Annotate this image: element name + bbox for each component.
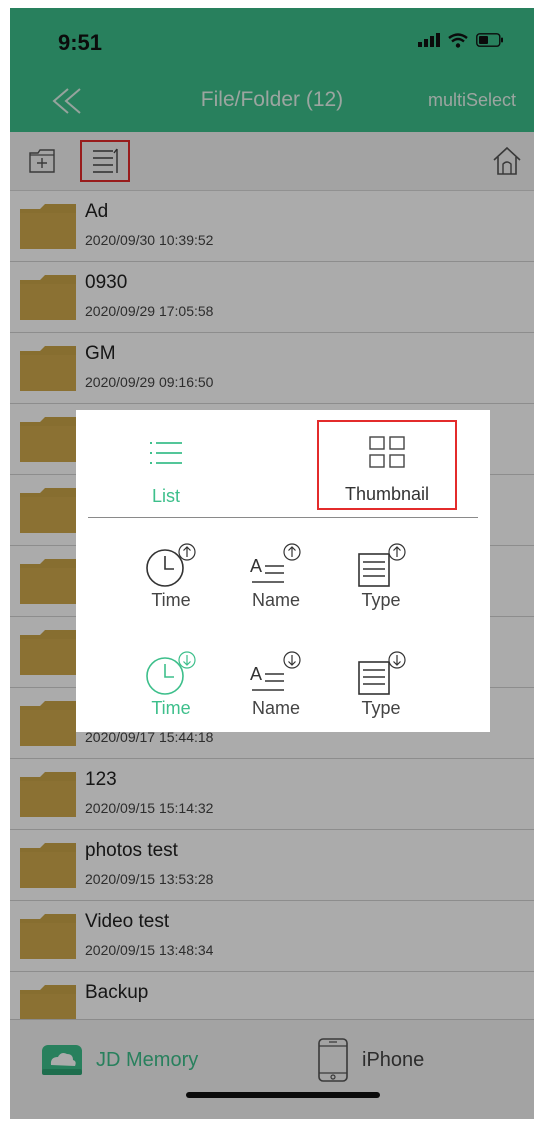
name-up-icon: A <box>250 543 301 583</box>
sort-time-desc-label: Time <box>151 698 191 718</box>
name-down-icon: A <box>250 651 301 691</box>
svg-text:A: A <box>250 664 262 684</box>
sort-type-desc[interactable]: Type <box>331 648 431 728</box>
view-thumbnail-label: Thumbnail <box>344 484 430 504</box>
view-sort-popup: List Thumbnail Time A Name Type Time A N… <box>76 410 490 732</box>
popup-divider <box>88 517 478 518</box>
type-up-icon <box>358 543 406 587</box>
svg-text:A: A <box>250 556 262 576</box>
list-view-icon <box>150 442 182 464</box>
app-screen: 9:51 File/Folder (12) multiSelect Ad 202… <box>10 8 534 1119</box>
thumbnail-view-icon <box>369 436 405 468</box>
view-list-option[interactable]: List <box>96 420 236 512</box>
sort-type-asc-label: Type <box>361 590 401 610</box>
sort-time-desc[interactable]: Time <box>121 648 221 728</box>
type-down-icon <box>358 651 406 695</box>
sort-time-asc-label: Time <box>151 590 191 610</box>
sort-type-asc[interactable]: Type <box>331 540 431 620</box>
sort-type-desc-label: Type <box>361 698 401 718</box>
sort-name-asc[interactable]: A Name <box>226 540 326 620</box>
view-thumbnail-option[interactable]: Thumbnail <box>317 420 457 510</box>
view-list-label: List <box>151 486 180 506</box>
sort-name-asc-label: Name <box>251 590 300 610</box>
sort-name-desc-label: Name <box>251 698 300 718</box>
clock-down-icon <box>146 651 196 695</box>
clock-up-icon <box>146 543 196 587</box>
sort-time-asc[interactable]: Time <box>121 540 221 620</box>
sort-name-desc[interactable]: A Name <box>226 648 326 728</box>
